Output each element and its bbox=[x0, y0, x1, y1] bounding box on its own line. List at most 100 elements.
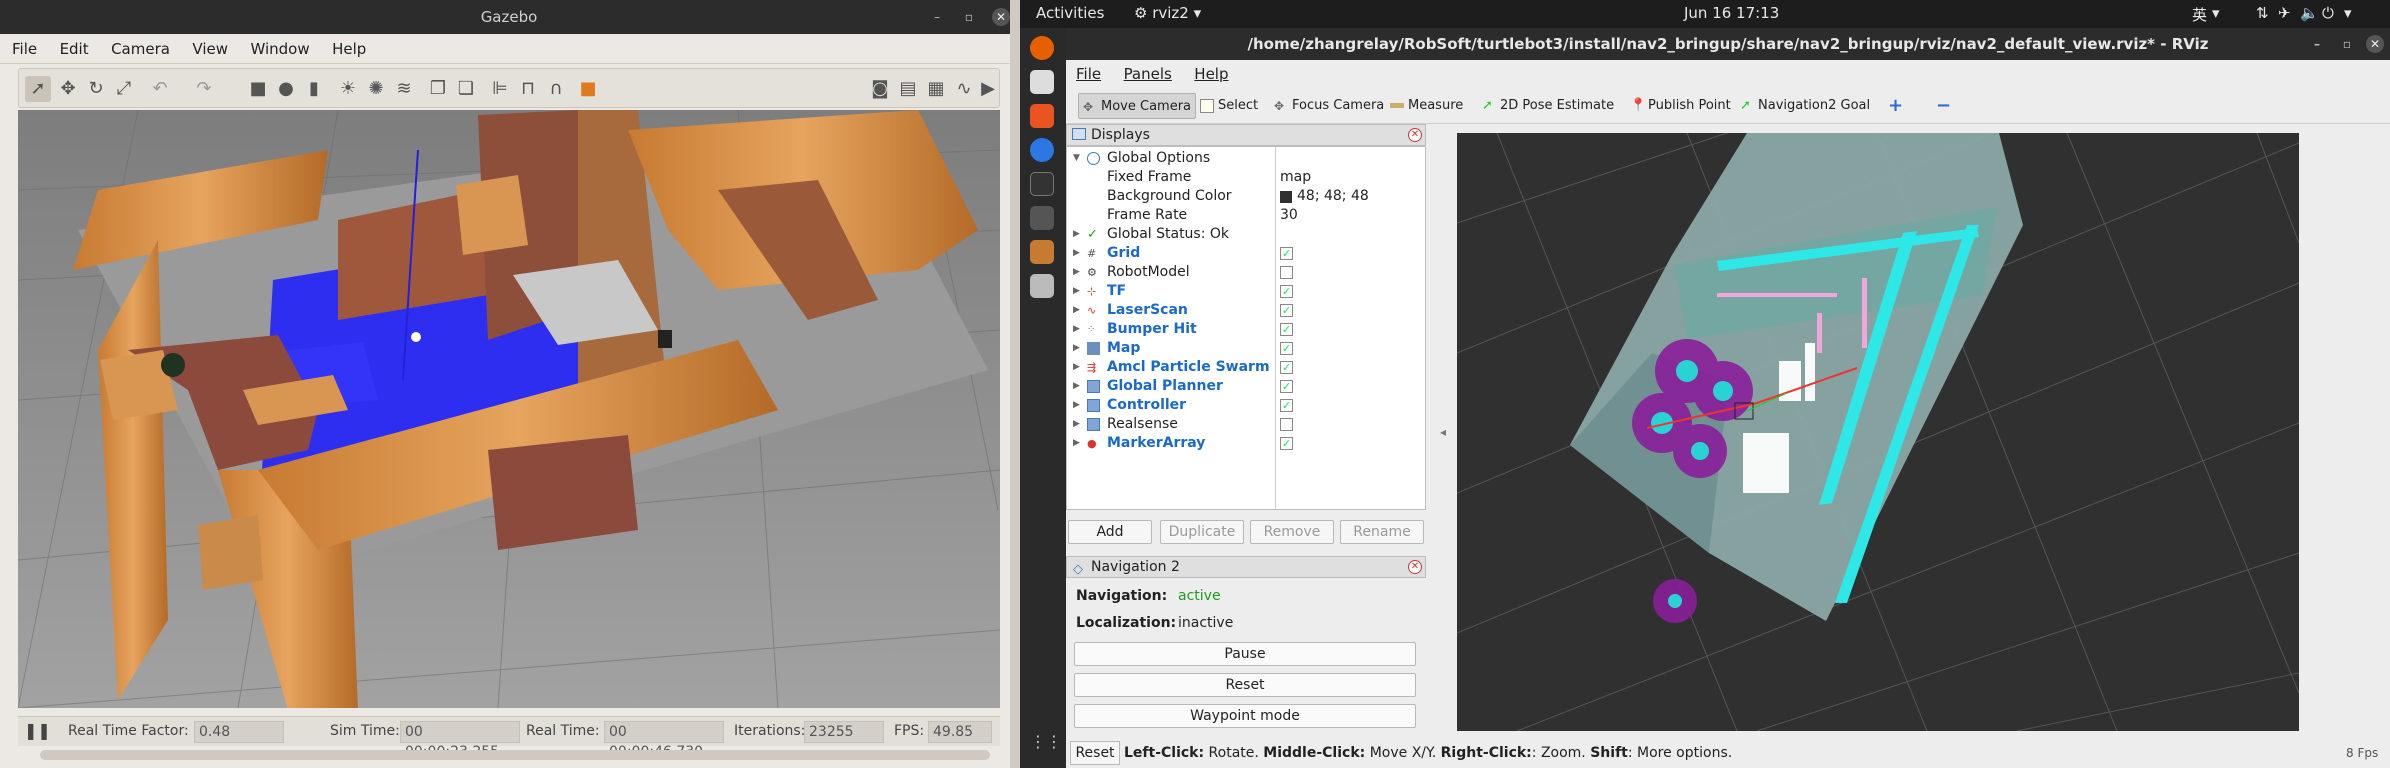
help-icon[interactable] bbox=[1030, 138, 1054, 162]
directional-light-icon[interactable]: ≋ bbox=[391, 76, 417, 102]
undo-icon[interactable]: ↶ bbox=[147, 76, 173, 102]
translate-mode-icon[interactable]: ✥ bbox=[55, 76, 81, 102]
paste-icon[interactable]: ❏ bbox=[453, 76, 479, 102]
menu-file[interactable]: File bbox=[0, 34, 46, 64]
map-checkbox[interactable]: ✓ bbox=[1280, 342, 1293, 355]
frame-rate-value[interactable]: 30 bbox=[1280, 206, 1298, 225]
realsense-checkbox[interactable] bbox=[1280, 418, 1293, 431]
menu-edit[interactable]: Edit bbox=[51, 34, 98, 64]
rviz-render-view[interactable] bbox=[1457, 133, 2299, 731]
tree-row-robotmodel[interactable]: ▶ ⚙ RobotModel bbox=[1067, 263, 1425, 282]
displays-tree[interactable]: ▼ Global Options Fixed Frame map Backgro… bbox=[1066, 146, 1426, 510]
software-icon[interactable] bbox=[1030, 104, 1054, 128]
airplane-icon[interactable]: ✈ bbox=[2278, 4, 2291, 22]
tree-row-realsense[interactable]: ▶ Realsense bbox=[1067, 415, 1425, 434]
waypoint-mode-button[interactable]: Waypoint mode bbox=[1074, 704, 1416, 728]
menu-help[interactable]: Help bbox=[1185, 60, 1237, 88]
plot-icon[interactable]: ∿ bbox=[951, 76, 977, 102]
fixed-frame-value[interactable]: map bbox=[1280, 168, 1311, 187]
gazebo-3d-viewport[interactable] bbox=[18, 110, 1000, 708]
reset-view-button[interactable]: Reset bbox=[1070, 741, 1120, 765]
expand-arrow-icon[interactable]: ▶ bbox=[1073, 377, 1080, 396]
point-light-icon[interactable]: ☀ bbox=[335, 76, 361, 102]
expand-arrow-icon[interactable]: ▶ bbox=[1073, 244, 1080, 263]
redo-icon[interactable]: ↷ bbox=[191, 76, 217, 102]
expand-arrow-icon[interactable]: ▶ bbox=[1073, 320, 1080, 339]
align-icon[interactable]: ⊫ bbox=[487, 76, 513, 102]
input-method-indicator[interactable]: 英 bbox=[2192, 4, 2207, 25]
expand-arrow-icon[interactable]: ▼ bbox=[1073, 149, 1080, 168]
power-icon[interactable]: ⏻ bbox=[2322, 4, 2334, 22]
robotmodel-checkbox[interactable] bbox=[1280, 266, 1293, 279]
menu-window[interactable]: Window bbox=[241, 34, 318, 64]
tree-row-tf[interactable]: ▶ ⊹ TF ✓ bbox=[1067, 282, 1425, 301]
markerarray-checkbox[interactable]: ✓ bbox=[1280, 437, 1293, 450]
menu-view[interactable]: View bbox=[183, 34, 237, 64]
cylinder-shape-icon[interactable]: ▮ bbox=[301, 76, 327, 102]
trash-icon[interactable] bbox=[1030, 274, 1054, 298]
rename-button[interactable]: Rename bbox=[1340, 520, 1424, 544]
duplicate-button[interactable]: Duplicate bbox=[1160, 520, 1244, 544]
copy-icon[interactable]: ❐ bbox=[425, 76, 451, 102]
close-panel-icon[interactable]: ✕ bbox=[1408, 560, 1422, 574]
pause-button[interactable]: Pause bbox=[1074, 642, 1416, 666]
terminal-icon[interactable] bbox=[1030, 172, 1054, 196]
log-icon[interactable]: ▤ bbox=[895, 76, 921, 102]
tree-row-grid[interactable]: ▶ # Grid ✓ bbox=[1067, 244, 1425, 263]
expand-arrow-icon[interactable]: ▶ bbox=[1073, 434, 1080, 453]
menu-help[interactable]: Help bbox=[323, 34, 375, 64]
close-icon[interactable]: ✕ bbox=[992, 8, 1010, 26]
activities-button[interactable]: Activities bbox=[1036, 4, 1104, 22]
files-icon[interactable] bbox=[1030, 70, 1054, 94]
expand-arrow-icon[interactable]: ▶ bbox=[1073, 358, 1080, 377]
tool-measure[interactable]: Measure bbox=[1386, 93, 1463, 119]
tree-row-controller[interactable]: ▶ Controller ✓ bbox=[1067, 396, 1425, 415]
tree-row-background-color[interactable]: Background Color 48; 48; 48 bbox=[1067, 187, 1425, 206]
tree-row-global-options[interactable]: ▼ Global Options bbox=[1067, 149, 1425, 168]
rviz-dock-icon[interactable] bbox=[1030, 206, 1054, 230]
background-color-value[interactable]: 48; 48; 48 bbox=[1297, 187, 1369, 206]
volume-icon[interactable]: 🔈 bbox=[2300, 4, 2319, 22]
scale-mode-icon[interactable]: ⤢ bbox=[111, 76, 137, 102]
horizontal-scrollbar[interactable] bbox=[40, 750, 990, 760]
global-planner-checkbox[interactable]: ✓ bbox=[1280, 380, 1293, 393]
screenshot-icon[interactable]: ◙ bbox=[867, 76, 893, 102]
menu-panels[interactable]: Panels bbox=[1115, 60, 1181, 88]
tool-move-camera[interactable]: ✥ Move Camera bbox=[1078, 93, 1196, 119]
tool-2d-pose-estimate[interactable]: ➚ 2D Pose Estimate bbox=[1478, 93, 1614, 119]
laserscan-checkbox[interactable]: ✓ bbox=[1280, 304, 1293, 317]
expand-arrow-icon[interactable]: ▶ bbox=[1073, 396, 1080, 415]
add-tool-icon[interactable]: + bbox=[1866, 93, 1903, 119]
add-button[interactable]: Add bbox=[1068, 520, 1152, 544]
expand-arrow-icon[interactable]: ▶ bbox=[1073, 415, 1080, 434]
tree-row-laserscan[interactable]: ▶ ∿ LaserScan ✓ bbox=[1067, 301, 1425, 320]
tree-row-global-planner[interactable]: ▶ Global Planner ✓ bbox=[1067, 377, 1425, 396]
tool-select[interactable]: Select bbox=[1196, 93, 1258, 119]
tree-row-markerarray[interactable]: ▶ ● MarkerArray ✓ bbox=[1067, 434, 1425, 453]
snap-icon[interactable]: ⊓ bbox=[515, 76, 541, 102]
tree-row-fixed-frame[interactable]: Fixed Frame map bbox=[1067, 168, 1425, 187]
tree-row-frame-rate[interactable]: Frame Rate 30 bbox=[1067, 206, 1425, 225]
reset-button[interactable]: Reset bbox=[1074, 673, 1416, 697]
tree-row-bumper-hit[interactable]: ▶ ⁘ Bumper Hit ✓ bbox=[1067, 320, 1425, 339]
expand-arrow-icon[interactable]: ▶ bbox=[1073, 339, 1080, 358]
expand-arrow-icon[interactable]: ▶ bbox=[1073, 282, 1080, 301]
menu-camera[interactable]: Camera bbox=[102, 34, 179, 64]
spot-light-icon[interactable]: ✺ bbox=[363, 76, 389, 102]
record-icon[interactable]: ▦ bbox=[923, 76, 949, 102]
maximize-icon[interactable]: ▫ bbox=[960, 8, 978, 26]
video-icon[interactable]: ▶ bbox=[975, 76, 1001, 102]
minimize-icon[interactable]: – bbox=[2308, 35, 2326, 53]
grid-checkbox[interactable]: ✓ bbox=[1280, 247, 1293, 260]
expand-arrow-icon[interactable]: ▶ bbox=[1073, 225, 1080, 244]
box-shape-icon[interactable]: ■ bbox=[245, 76, 271, 102]
pause-icon[interactable]: ❚❚ bbox=[24, 721, 51, 740]
minimize-icon[interactable]: – bbox=[928, 8, 946, 26]
window-splitter[interactable] bbox=[1010, 0, 1020, 768]
firefox-icon[interactable] bbox=[1030, 36, 1054, 60]
change-view-icon[interactable]: ■ bbox=[575, 76, 601, 102]
tree-row-map[interactable]: ▶ Map ✓ bbox=[1067, 339, 1425, 358]
rotate-mode-icon[interactable]: ↻ bbox=[83, 76, 109, 102]
show-apps-icon[interactable]: ⋮⋮ bbox=[1030, 732, 1062, 756]
remove-button[interactable]: Remove bbox=[1250, 520, 1334, 544]
